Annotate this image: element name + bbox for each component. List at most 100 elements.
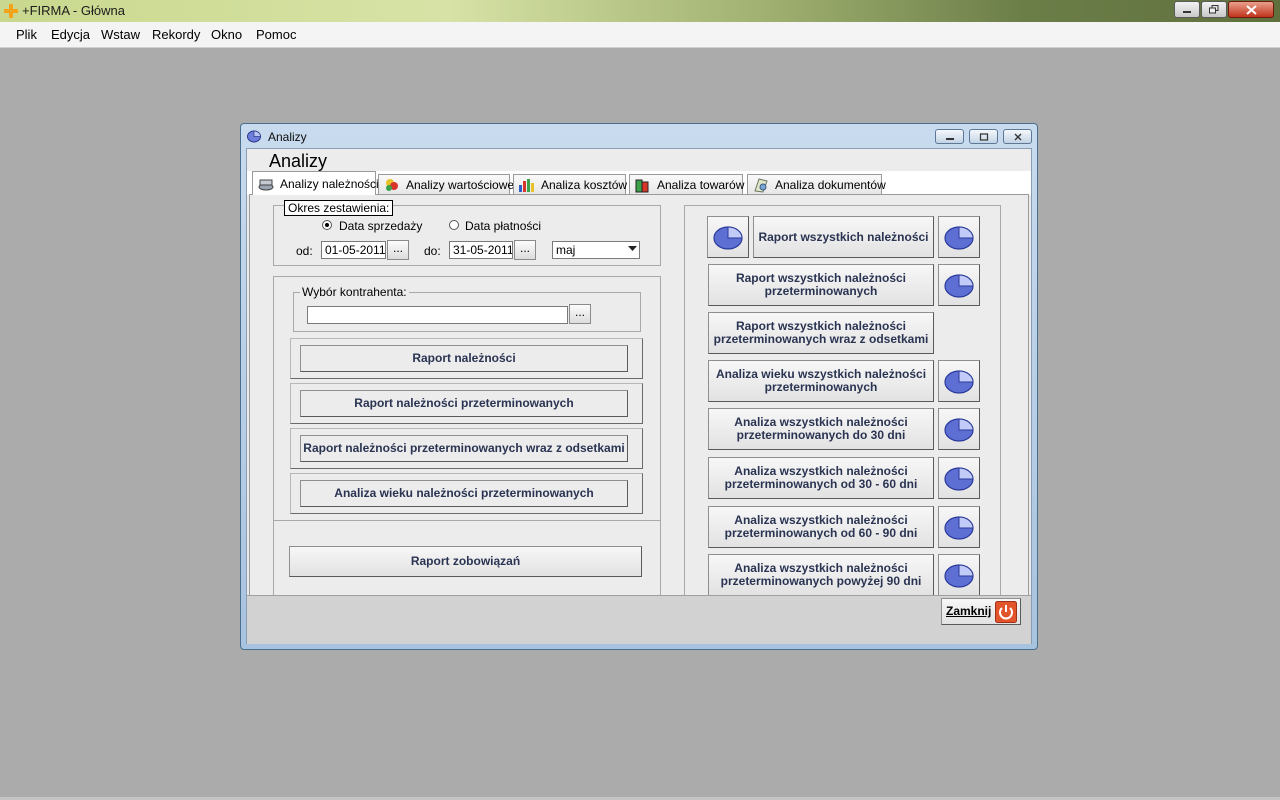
contractor-group: Wybór kontrahenta: ... <box>293 285 641 332</box>
pie-chart-icon <box>944 226 974 250</box>
all-overdue-age-analysis-button[interactable]: Analiza wieku wszystkich należności prze… <box>708 360 934 402</box>
app-title: +FIRMA - Główna <box>22 3 125 18</box>
all-receivables-report-button[interactable]: Raport wszystkich należności <box>753 216 934 258</box>
pie-chart-icon <box>247 130 261 143</box>
contractor-input[interactable] <box>307 306 568 324</box>
month-select-value: maj <box>556 243 576 257</box>
window-client-area: Analizy Analizy należności Analizy warto… <box>246 148 1032 644</box>
pie-chart-icon <box>944 516 974 540</box>
tab-analizy-naleznosci[interactable]: Analizy należności <box>252 171 379 195</box>
close-icon <box>1014 133 1021 140</box>
date-to-field[interactable]: 31-05-2011 <box>449 241 513 259</box>
tab-panel: Okres zestawienia: Data sprzedaży Data p… <box>249 194 1029 599</box>
window-close-button[interactable] <box>1003 129 1032 144</box>
divider <box>274 520 660 521</box>
overdue-age-analysis-button[interactable]: Analiza wieku należności przeterminowany… <box>290 473 643 514</box>
pie-chart-icon <box>944 467 974 491</box>
menu-bar: Plik Edycja Wstaw Rekordy Okno Pomoc <box>0 22 1280 48</box>
values-icon <box>386 179 398 191</box>
tab-label: Analiza dokumentów <box>775 178 886 192</box>
restore-icon <box>1209 5 1219 14</box>
contractor-picker-button[interactable]: ... <box>569 304 591 324</box>
app-logo-icon <box>4 4 18 18</box>
tab-strip: Analizy należności Analizy wartościowe A… <box>247 171 1031 195</box>
all-overdue-interest-report-button[interactable]: Raport wszystkich należności przetermino… <box>708 312 934 354</box>
chart-all-overdue-over-90-days-button[interactable] <box>938 554 980 596</box>
tab-analiza-kosztow[interactable]: Analiza kosztów <box>513 174 628 195</box>
close-window-button[interactable]: Zamknij <box>941 598 1021 625</box>
menu-okno[interactable]: Okno <box>211 27 242 42</box>
radio-sale-date-label: Data sprzedaży <box>339 219 423 233</box>
tab-label: Analiza kosztów <box>541 178 628 192</box>
period-group: Okres zestawienia: Data sprzedaży Data p… <box>273 200 661 266</box>
contractor-legend: Wybór kontrahenta: <box>300 285 409 299</box>
all-receivables-group: Raport wszystkich należności Raport wszy… <box>684 205 1001 599</box>
all-overdue-30-60-days-button[interactable]: Analiza wszystkich należności przetermin… <box>708 457 934 499</box>
close-icon <box>1245 4 1257 15</box>
tab-label: Analiza towarów <box>657 178 745 192</box>
window-title: Analizy <box>268 130 307 144</box>
receivables-report-button[interactable]: Raport należności <box>290 338 643 379</box>
pie-chart-icon <box>944 274 974 298</box>
overdue-report-label: Raport należności przeterminowanych <box>300 390 628 417</box>
tab-analiza-towarow[interactable]: Analiza towarów <box>629 174 745 195</box>
tab-label: Analizy wartościowe <box>406 178 515 192</box>
app-minimize-button[interactable] <box>1174 1 1200 18</box>
window-header: Analizy <box>247 149 1031 171</box>
window-minimize-button[interactable] <box>935 129 964 144</box>
documents-icon <box>754 178 768 193</box>
chart-all-overdue-60-90-days-button[interactable] <box>938 506 980 548</box>
chart-all-overdue-30-60-days-button[interactable] <box>938 457 980 499</box>
minimize-icon <box>945 137 954 140</box>
goods-icon <box>635 179 649 193</box>
app-title-bar: +FIRMA - Główna <box>0 0 1280 22</box>
liabilities-report-button[interactable]: Raport zobowiązań <box>289 546 642 577</box>
menu-pomoc[interactable]: Pomoc <box>256 27 296 42</box>
pie-chart-icon <box>944 564 974 588</box>
tab-analiza-dokumentow[interactable]: Analiza dokumentów <box>747 174 886 195</box>
chart-all-overdue-age-button[interactable] <box>938 360 980 402</box>
app-restore-button[interactable] <box>1201 1 1227 18</box>
date-from-label: od: <box>296 244 313 258</box>
date-to-picker-button[interactable]: ... <box>514 240 536 260</box>
pie-chart-icon <box>944 418 974 442</box>
bar-chart-icon <box>519 179 534 192</box>
menu-wstaw[interactable]: Wstaw <box>101 27 140 42</box>
overdue-age-analysis-label: Analiza wieku należności przeterminowany… <box>300 480 628 507</box>
all-overdue-60-90-days-button[interactable]: Analiza wszystkich należności przetermin… <box>708 506 934 548</box>
app-close-button[interactable] <box>1228 1 1274 18</box>
window-maximize-button[interactable] <box>969 129 998 144</box>
pie-chart-icon <box>944 370 974 394</box>
tab-analizy-wartosciowe[interactable]: Analizy wartościowe <box>378 174 514 195</box>
analizy-window: Analizy Analizy Analizy należności Anali… <box>240 123 1038 650</box>
menu-plik[interactable]: Plik <box>16 27 37 42</box>
receivables-icon <box>258 179 274 190</box>
receivables-group: Wybór kontrahenta: ... Raport należności… <box>273 276 661 599</box>
chart-all-overdue-button[interactable] <box>938 264 980 306</box>
minimize-icon <box>1183 10 1191 13</box>
chart-all-overdue-30-days-button[interactable] <box>938 408 980 450</box>
radio-payment-date-label: Data płatności <box>465 219 542 233</box>
tab-label: Analizy należności <box>280 176 379 191</box>
menu-edycja[interactable]: Edycja <box>51 27 90 42</box>
radio-payment-date[interactable] <box>449 220 459 230</box>
month-select[interactable]: maj <box>552 241 640 259</box>
page-title: Analizy <box>269 151 328 171</box>
chart-all-receivables-right-button[interactable] <box>938 216 980 258</box>
overdue-interest-report-label: Raport należności przeterminowanych wraz… <box>300 435 628 462</box>
overdue-report-button[interactable]: Raport należności przeterminowanych <box>290 383 643 424</box>
date-from-field[interactable]: 01-05-2011 <box>321 241 386 259</box>
date-from-picker-button[interactable]: ... <box>387 240 409 260</box>
window-footer: Zamknij <box>247 595 1031 644</box>
all-overdue-over-90-days-button[interactable]: Analiza wszystkich należności przetermin… <box>708 554 934 596</box>
radio-sale-date[interactable] <box>322 220 332 230</box>
pie-chart-icon <box>713 226 743 250</box>
close-button-label: Zamknij <box>946 604 992 618</box>
all-overdue-30-days-button[interactable]: Analiza wszystkich należności przetermin… <box>708 408 934 450</box>
chart-all-receivables-left-button[interactable] <box>707 216 749 258</box>
receivables-report-label: Raport należności <box>300 345 628 372</box>
menu-rekordy[interactable]: Rekordy <box>152 27 200 42</box>
all-overdue-report-button[interactable]: Raport wszystkich należności przetermino… <box>708 264 934 306</box>
date-to-label: do: <box>424 244 441 258</box>
overdue-interest-report-button[interactable]: Raport należności przeterminowanych wraz… <box>290 428 643 469</box>
